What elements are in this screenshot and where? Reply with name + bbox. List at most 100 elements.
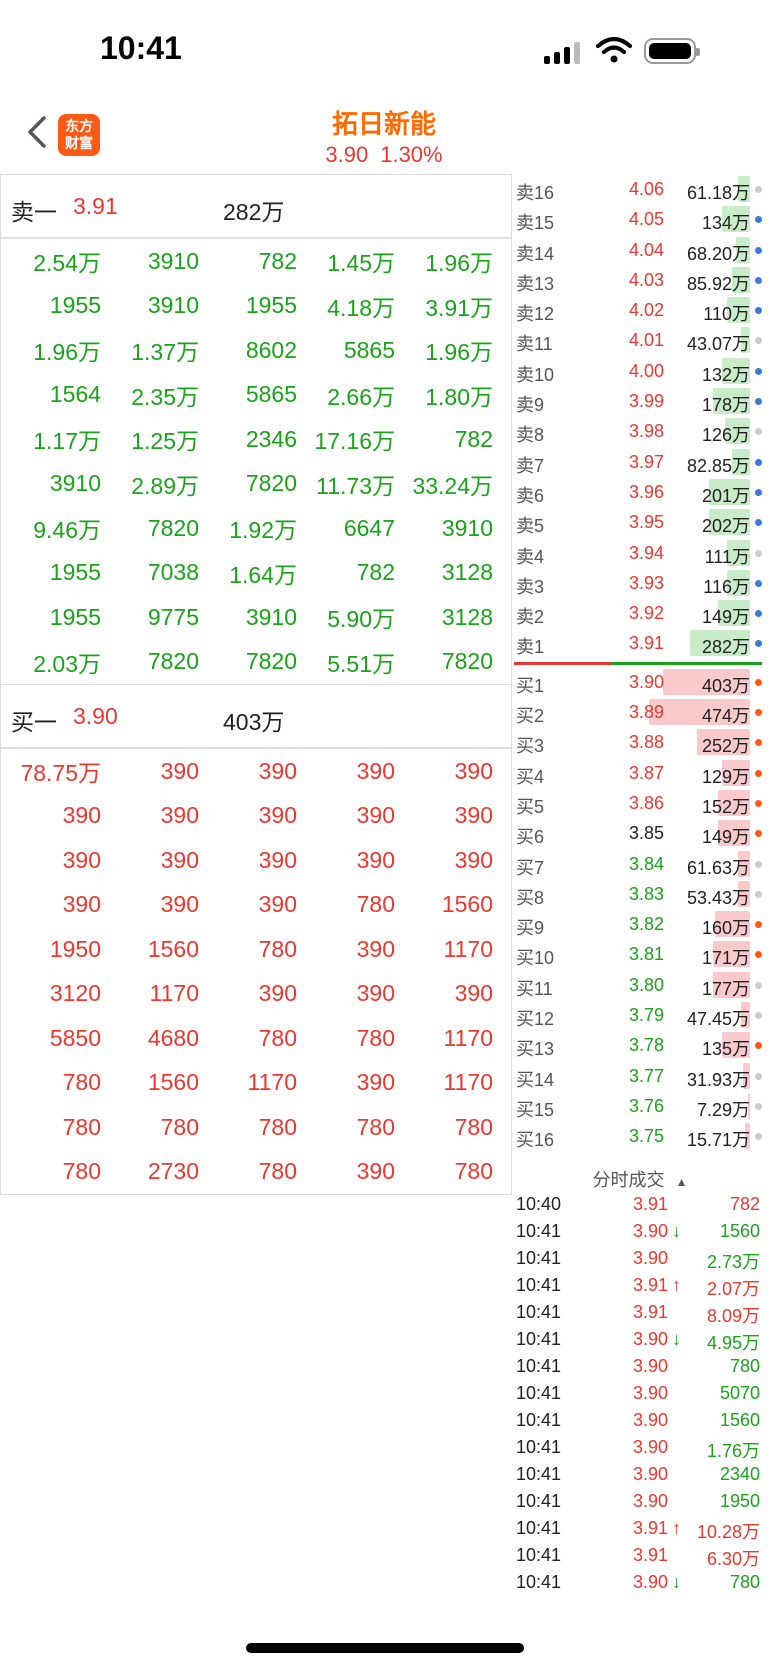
queue-cell: 390 [356, 757, 395, 784]
arrow-up-icon: ↑ [672, 1275, 681, 1295]
level-volume: 129万 [701, 766, 750, 787]
queue-cell: 390 [356, 1069, 395, 1096]
queue-cell: 3910 [147, 292, 199, 319]
order-queue-panel: 卖一 3.91 282万 2.54万 3910 782 1.45万 1.96万 1955 3… [0, 174, 512, 1195]
queue-cell: 11.73万 [316, 472, 395, 499]
level-volume: 116万 [703, 576, 750, 597]
bid-level-row[interactable]: 买3 3.88 252万 [512, 727, 768, 757]
queue-cell: 780 [62, 1113, 101, 1140]
level-dot-icon [755, 488, 762, 496]
queue-cell: 2.54万 [33, 250, 101, 277]
order-book: 卖16 4.06 61.18万 卖15 4.05 134万 卖14 4.04 68.20万 卖13… [512, 174, 768, 1152]
level-dot-icon [755, 549, 762, 557]
bid-level-row[interactable]: 买9 3.82 160万 [512, 909, 768, 939]
level-volume: 152万 [701, 796, 750, 817]
bid-level-row[interactable]: 买1 3.90 403万 [512, 667, 768, 697]
level-dot-icon [755, 678, 762, 686]
ask-level-row[interactable]: 卖7 3.97 82.85万 [512, 447, 768, 477]
ask-level-row[interactable]: 卖4 3.94 111万 [512, 538, 768, 568]
level-label: 卖8 [516, 425, 545, 446]
level-label: 买16 [516, 1130, 555, 1151]
queue-cell: 1.96万 [425, 250, 493, 277]
ask-level-row[interactable]: 卖16 4.06 61.18万 [512, 174, 768, 204]
bid-level-row[interactable]: 买5 3.86 152万 [512, 788, 768, 818]
bid-level-row[interactable]: 买12 3.79 47.45万 [512, 1000, 768, 1030]
trade-volume: 8.09万 [706, 1306, 760, 1326]
level-dot-icon [755, 1042, 762, 1050]
trade-time: 10:41 [516, 1329, 562, 1349]
bid-level-row[interactable]: 买15 3.76 7.29万 [512, 1091, 768, 1121]
level-label: 买13 [516, 1039, 555, 1060]
bid-level-row[interactable]: 买6 3.85 149万 [512, 818, 768, 848]
level-label: 买6 [516, 827, 545, 848]
ask-level-row[interactable]: 卖9 3.99 178万 [512, 386, 768, 416]
trade-time: 10:41 [516, 1437, 562, 1457]
level-dot-icon [755, 216, 762, 224]
bid-level-row[interactable]: 买10 3.81 171万 [512, 939, 768, 969]
ask-level-row[interactable]: 卖1 3.91 282万 [512, 628, 768, 658]
level-label: 卖4 [516, 546, 545, 567]
level-dot-icon [755, 709, 762, 717]
queue-cell: 9775 [147, 603, 199, 630]
queue-cell: 1955 [49, 603, 101, 630]
trade-price: 3.91 [632, 1302, 668, 1322]
trades-toggle[interactable]: 分时成交 ▲ [512, 1166, 768, 1192]
level-volume: 61.18万 [686, 183, 750, 203]
home-indicator[interactable] [246, 1643, 524, 1653]
bid-level-row[interactable]: 买8 3.83 53.43万 [512, 879, 768, 909]
level-volume: 202万 [701, 516, 750, 537]
bid-level-row[interactable]: 买13 3.78 135万 [512, 1030, 768, 1060]
queue-cell: 390 [258, 980, 297, 1007]
bid-level-row[interactable]: 买16 3.75 15.71万 [512, 1121, 768, 1151]
ask-level-row[interactable]: 卖2 3.92 149万 [512, 598, 768, 628]
queue-cell: 5850 [49, 1024, 101, 1051]
buy-one-header: 买一 3.90 403万 [1, 684, 511, 749]
level-dot-icon [755, 1072, 762, 1080]
trade-row: 10:41 3.90 1560 [512, 1408, 768, 1435]
level-label: 卖10 [516, 364, 555, 385]
bid-level-row[interactable]: 买2 3.89 474万 [512, 697, 768, 727]
page-header: 东方 财富 拓日新能 3.90 1.30% [0, 100, 768, 172]
sell-queue-grid: 2.54万 3910 782 1.45万 1.96万 1955 3910 1955 4.18万 3… [1, 239, 511, 684]
queue-cell: 1955 [49, 559, 101, 586]
level-volume: 252万 [701, 736, 750, 757]
trade-volume: 5070 [719, 1383, 760, 1403]
level-dot-icon [755, 367, 762, 375]
ask-level-row[interactable]: 卖11 4.01 43.07万 [512, 325, 768, 355]
level-label: 卖2 [516, 607, 545, 628]
level-label: 买14 [516, 1069, 555, 1090]
bid-level-row[interactable]: 买14 3.77 31.93万 [512, 1061, 768, 1091]
trade-list: 10:40 3.91 782 10:41 3.90 ↓ 1560 10:41 3.90 2.73万… [512, 1192, 768, 1597]
ask-level-row[interactable]: 卖12 4.02 110万 [512, 295, 768, 325]
ask-level-row[interactable]: 卖6 3.96 201万 [512, 477, 768, 507]
trade-price: 3.90 [632, 1410, 668, 1430]
level-volume: 135万 [701, 1039, 750, 1060]
queue-row: 1.96万 1.37万 8602 5865 1.96万 [1, 328, 511, 373]
ask-level-row[interactable]: 卖14 4.04 68.20万 [512, 235, 768, 265]
trade-volume: 780 [729, 1356, 760, 1376]
queue-cell: 1560 [147, 1069, 199, 1096]
queue-cell: 4.18万 [327, 294, 395, 321]
bid-level-row[interactable]: 买7 3.84 61.63万 [512, 849, 768, 879]
battery-icon [644, 38, 700, 64]
queue-cell: 780 [258, 1024, 297, 1051]
bid-level-row[interactable]: 买4 3.87 129万 [512, 758, 768, 788]
ask-level-row[interactable]: 卖15 4.05 134万 [512, 204, 768, 234]
ask-level-row[interactable]: 卖13 4.03 85.92万 [512, 265, 768, 295]
queue-row: 780 780 780 780 780 [1, 1105, 511, 1150]
ask-level-row[interactable]: 卖3 3.93 116万 [512, 568, 768, 598]
queue-row: 390 390 390 390 390 [1, 794, 511, 839]
trade-row: 10:41 3.90 ↓ 4.95万 [512, 1327, 768, 1354]
queue-cell: 7820 [441, 648, 493, 675]
level-dot-icon [755, 398, 762, 406]
queue-row: 1955 3910 1955 4.18万 3.91万 [1, 284, 511, 329]
bid-level-row[interactable]: 买11 3.80 177万 [512, 970, 768, 1000]
queue-row: 2.54万 3910 782 1.45万 1.96万 [1, 239, 511, 284]
ask-level-row[interactable]: 卖10 4.00 132万 [512, 356, 768, 386]
ask-level-row[interactable]: 卖5 3.95 202万 [512, 507, 768, 537]
level-label: 买4 [516, 766, 545, 787]
level-dot-icon [755, 1012, 762, 1020]
queue-cell: 7820 [245, 648, 297, 675]
level-volume: 474万 [701, 706, 750, 727]
ask-level-row[interactable]: 卖8 3.98 126万 [512, 416, 768, 446]
